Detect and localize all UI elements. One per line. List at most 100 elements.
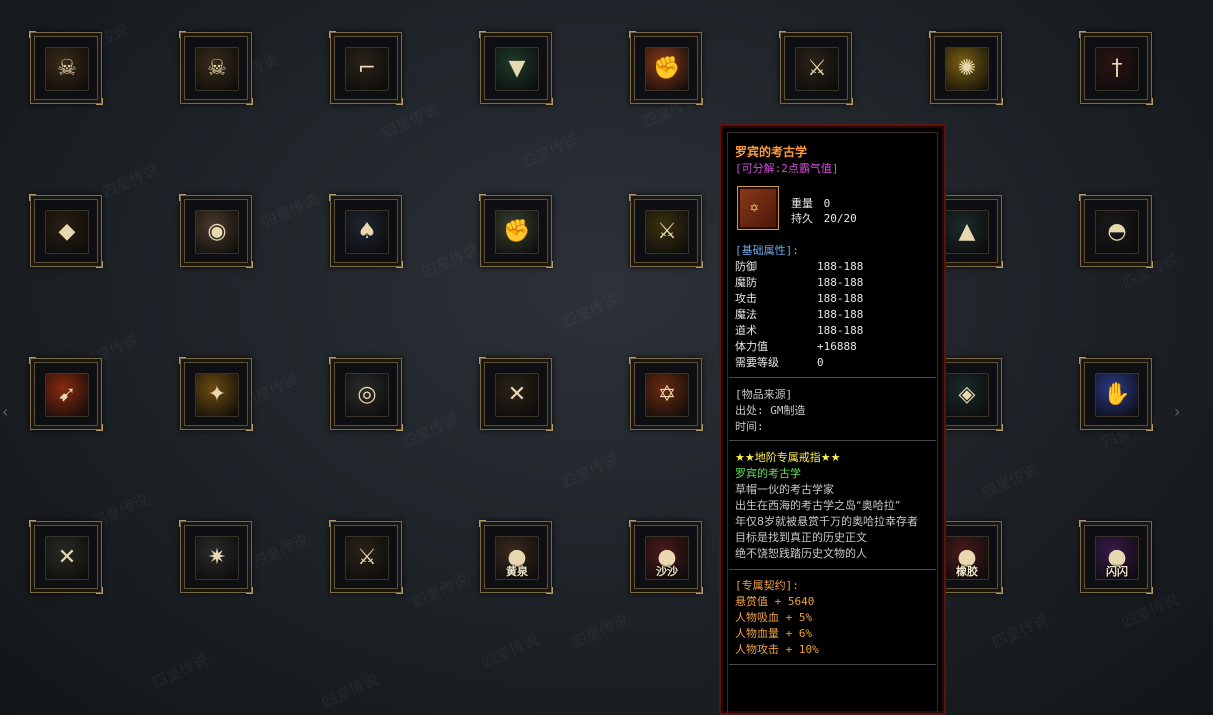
inventory-slot[interactable]: ● 黄泉 xyxy=(479,520,553,594)
goggles-icon[interactable]: ◎ xyxy=(345,373,389,417)
weight-value: 0 xyxy=(823,197,831,210)
flintlock-pistol-icon[interactable]: ⌐ xyxy=(345,47,389,91)
time-row: 时间: xyxy=(735,418,764,434)
item-tooltip: 罗宾的考古学 [可分解:2点霸气值] ✡ 重量 0 持久 20/20 [基础属性… xyxy=(719,124,946,715)
divider xyxy=(729,569,936,570)
inventory-slot[interactable]: ◓ xyxy=(1079,194,1153,268)
watermark-text: 四皇传说 xyxy=(979,460,1042,502)
inventory-slot[interactable]: ⚔ xyxy=(629,194,703,268)
base-attr-header: [基础属性]: xyxy=(735,244,799,257)
attribute-row: 魔法 188-188 xyxy=(735,306,925,322)
archaeology-book-icon[interactable]: ✡ xyxy=(645,373,689,417)
inventory-slot[interactable]: ✦ xyxy=(179,357,253,431)
spiked-club-icon[interactable]: ✷ xyxy=(195,536,239,580)
devil-fruit-sand-icon[interactable]: ● 沙沙 xyxy=(645,536,689,580)
twin-blades-icon[interactable]: ✕ xyxy=(45,536,89,580)
description-line: 草帽一伙的考古学家 xyxy=(735,483,834,496)
inventory-slot[interactable]: ● 闪闪 xyxy=(1079,520,1153,594)
blue-light-palm-icon[interactable]: ✋ xyxy=(1095,373,1139,417)
contract-line: 人物攻击 + 10% xyxy=(735,643,819,656)
inventory-slot[interactable]: ◎ xyxy=(329,357,403,431)
curved-dagger-icon[interactable]: ⚔ xyxy=(795,47,839,91)
inventory-slot[interactable]: ⚔ xyxy=(779,31,853,105)
inventory-slot[interactable]: ➹ xyxy=(29,357,103,431)
inventory-slot[interactable]: ✕ xyxy=(479,357,553,431)
attribute-name: 防御 xyxy=(735,260,757,273)
page-left-arrow-icon[interactable]: ‹ xyxy=(2,402,8,421)
devil-fruit-rubber-icon[interactable]: ● 橡胶 xyxy=(945,536,989,580)
black-suit-icon[interactable]: ♠ xyxy=(345,210,389,254)
weight-label: 重量 xyxy=(791,197,813,210)
attribute-value: 188-188 xyxy=(817,276,864,289)
durability-value: 20/20 xyxy=(823,212,857,225)
watermark-text: 四皇传说 xyxy=(519,130,582,172)
devil-fruit-yellow-springs-icon[interactable]: ● 黄泉 xyxy=(495,536,539,580)
watermark-text: 四皇传说 xyxy=(259,190,322,232)
flame-fist-icon[interactable]: ✊ xyxy=(645,47,689,91)
golden-blade-icon[interactable]: ⚔ xyxy=(645,210,689,254)
contract-line: 人物吸血 + 5% xyxy=(735,611,813,624)
inventory-slot[interactable]: ◉ xyxy=(179,194,253,268)
watermark-text: 四皇传说 xyxy=(559,450,622,492)
inventory-slot[interactable]: ✡ xyxy=(629,357,703,431)
fruit-label: 橡胶 xyxy=(956,565,978,578)
inventory-slot[interactable]: ☠ xyxy=(179,31,253,105)
source-header: [物品来源] xyxy=(735,388,793,401)
inventory-slot[interactable]: ☠ xyxy=(29,31,103,105)
inventory-slot[interactable]: ♠ xyxy=(329,194,403,268)
attribute-name: 需要等级 xyxy=(735,356,779,369)
inventory-slot[interactable]: ✋ xyxy=(1079,357,1153,431)
watermark-text: 四皇传说 xyxy=(479,630,542,672)
crossed-swords-icon[interactable]: ✕ xyxy=(495,373,539,417)
fire-kick-icon[interactable]: ➹ xyxy=(45,373,89,417)
watermark-text: 四皇传说 xyxy=(569,610,632,652)
golden-swirl-icon[interactable]: ✺ xyxy=(945,47,989,91)
inventory-slot[interactable]: ⌐ xyxy=(329,31,403,105)
inventory-slot[interactable]: ⚔ xyxy=(329,520,403,594)
divider xyxy=(729,664,936,665)
inventory-slot[interactable]: ✷ xyxy=(179,520,253,594)
watermark-text: 四皇传说 xyxy=(399,410,462,452)
attribute-row: 需要等级 0 xyxy=(735,354,925,370)
devil-fruit-flash-icon[interactable]: ● 闪闪 xyxy=(1095,536,1139,580)
watermark-text: 四皇传说 xyxy=(409,570,472,612)
tooltip-title: 罗宾的考古学 xyxy=(735,145,808,159)
curved-dagger-icon[interactable]: ⚔ xyxy=(345,536,389,580)
attribute-name: 攻击 xyxy=(735,292,757,305)
golden-scroll-icon[interactable]: ✦ xyxy=(195,373,239,417)
red-sword-icon[interactable]: † xyxy=(1095,47,1139,91)
description-line: 目标是找到真正的历史正文 xyxy=(735,531,867,544)
pirate-hat-skull-icon[interactable]: ☠ xyxy=(45,47,89,91)
inventory-slot[interactable]: † xyxy=(1079,31,1153,105)
straw-hat-icon[interactable]: ◓ xyxy=(1095,210,1139,254)
dark-armor-icon[interactable]: ◆ xyxy=(45,210,89,254)
contract-line: 人物血量 + 6% xyxy=(735,627,813,640)
inventory-slot[interactable]: ✊ xyxy=(479,194,553,268)
pirate-hat-skull-icon[interactable]: ☠ xyxy=(195,47,239,91)
dark-hat-icon[interactable]: ▲ xyxy=(945,210,989,254)
origin-label: 出处: xyxy=(735,404,764,417)
attribute-row: 道术 188-188 xyxy=(735,322,925,338)
attribute-name: 体力值 xyxy=(735,340,768,353)
attribute-name: 魔法 xyxy=(735,308,757,321)
inventory-slot[interactable]: ▼ xyxy=(479,31,553,105)
inventory-slot[interactable]: ◆ xyxy=(29,194,103,268)
contract-line: 悬赏值 + 5640 xyxy=(735,595,815,608)
stone-fist-icon[interactable]: ✊ xyxy=(495,210,539,254)
dark-chest-armor-icon[interactable]: ◈ xyxy=(945,373,989,417)
time-label: 时间: xyxy=(735,420,764,433)
tooltip-durability: 持久 20/20 xyxy=(791,210,857,226)
attribute-row: 魔防 188-188 xyxy=(735,274,925,290)
watermark-text: 四皇传说 xyxy=(419,240,482,282)
inventory-slot[interactable]: ✕ xyxy=(29,520,103,594)
inventory-slot[interactable]: ✺ xyxy=(929,31,1003,105)
inventory-slot[interactable]: ● 沙沙 xyxy=(629,520,703,594)
inventory-slot[interactable]: ✊ xyxy=(629,31,703,105)
fruit-label: 闪闪 xyxy=(1106,565,1128,578)
page-right-arrow-icon[interactable]: › xyxy=(1174,402,1180,421)
soup-bowl-icon[interactable]: ◉ xyxy=(195,210,239,254)
watermark-text: 四皇传说 xyxy=(559,290,622,332)
green-cloak-icon[interactable]: ▼ xyxy=(495,47,539,91)
tooltip-decompose: [可分解:2点霸气值] xyxy=(735,162,839,175)
tooltip-weight: 重量 0 xyxy=(791,195,830,211)
